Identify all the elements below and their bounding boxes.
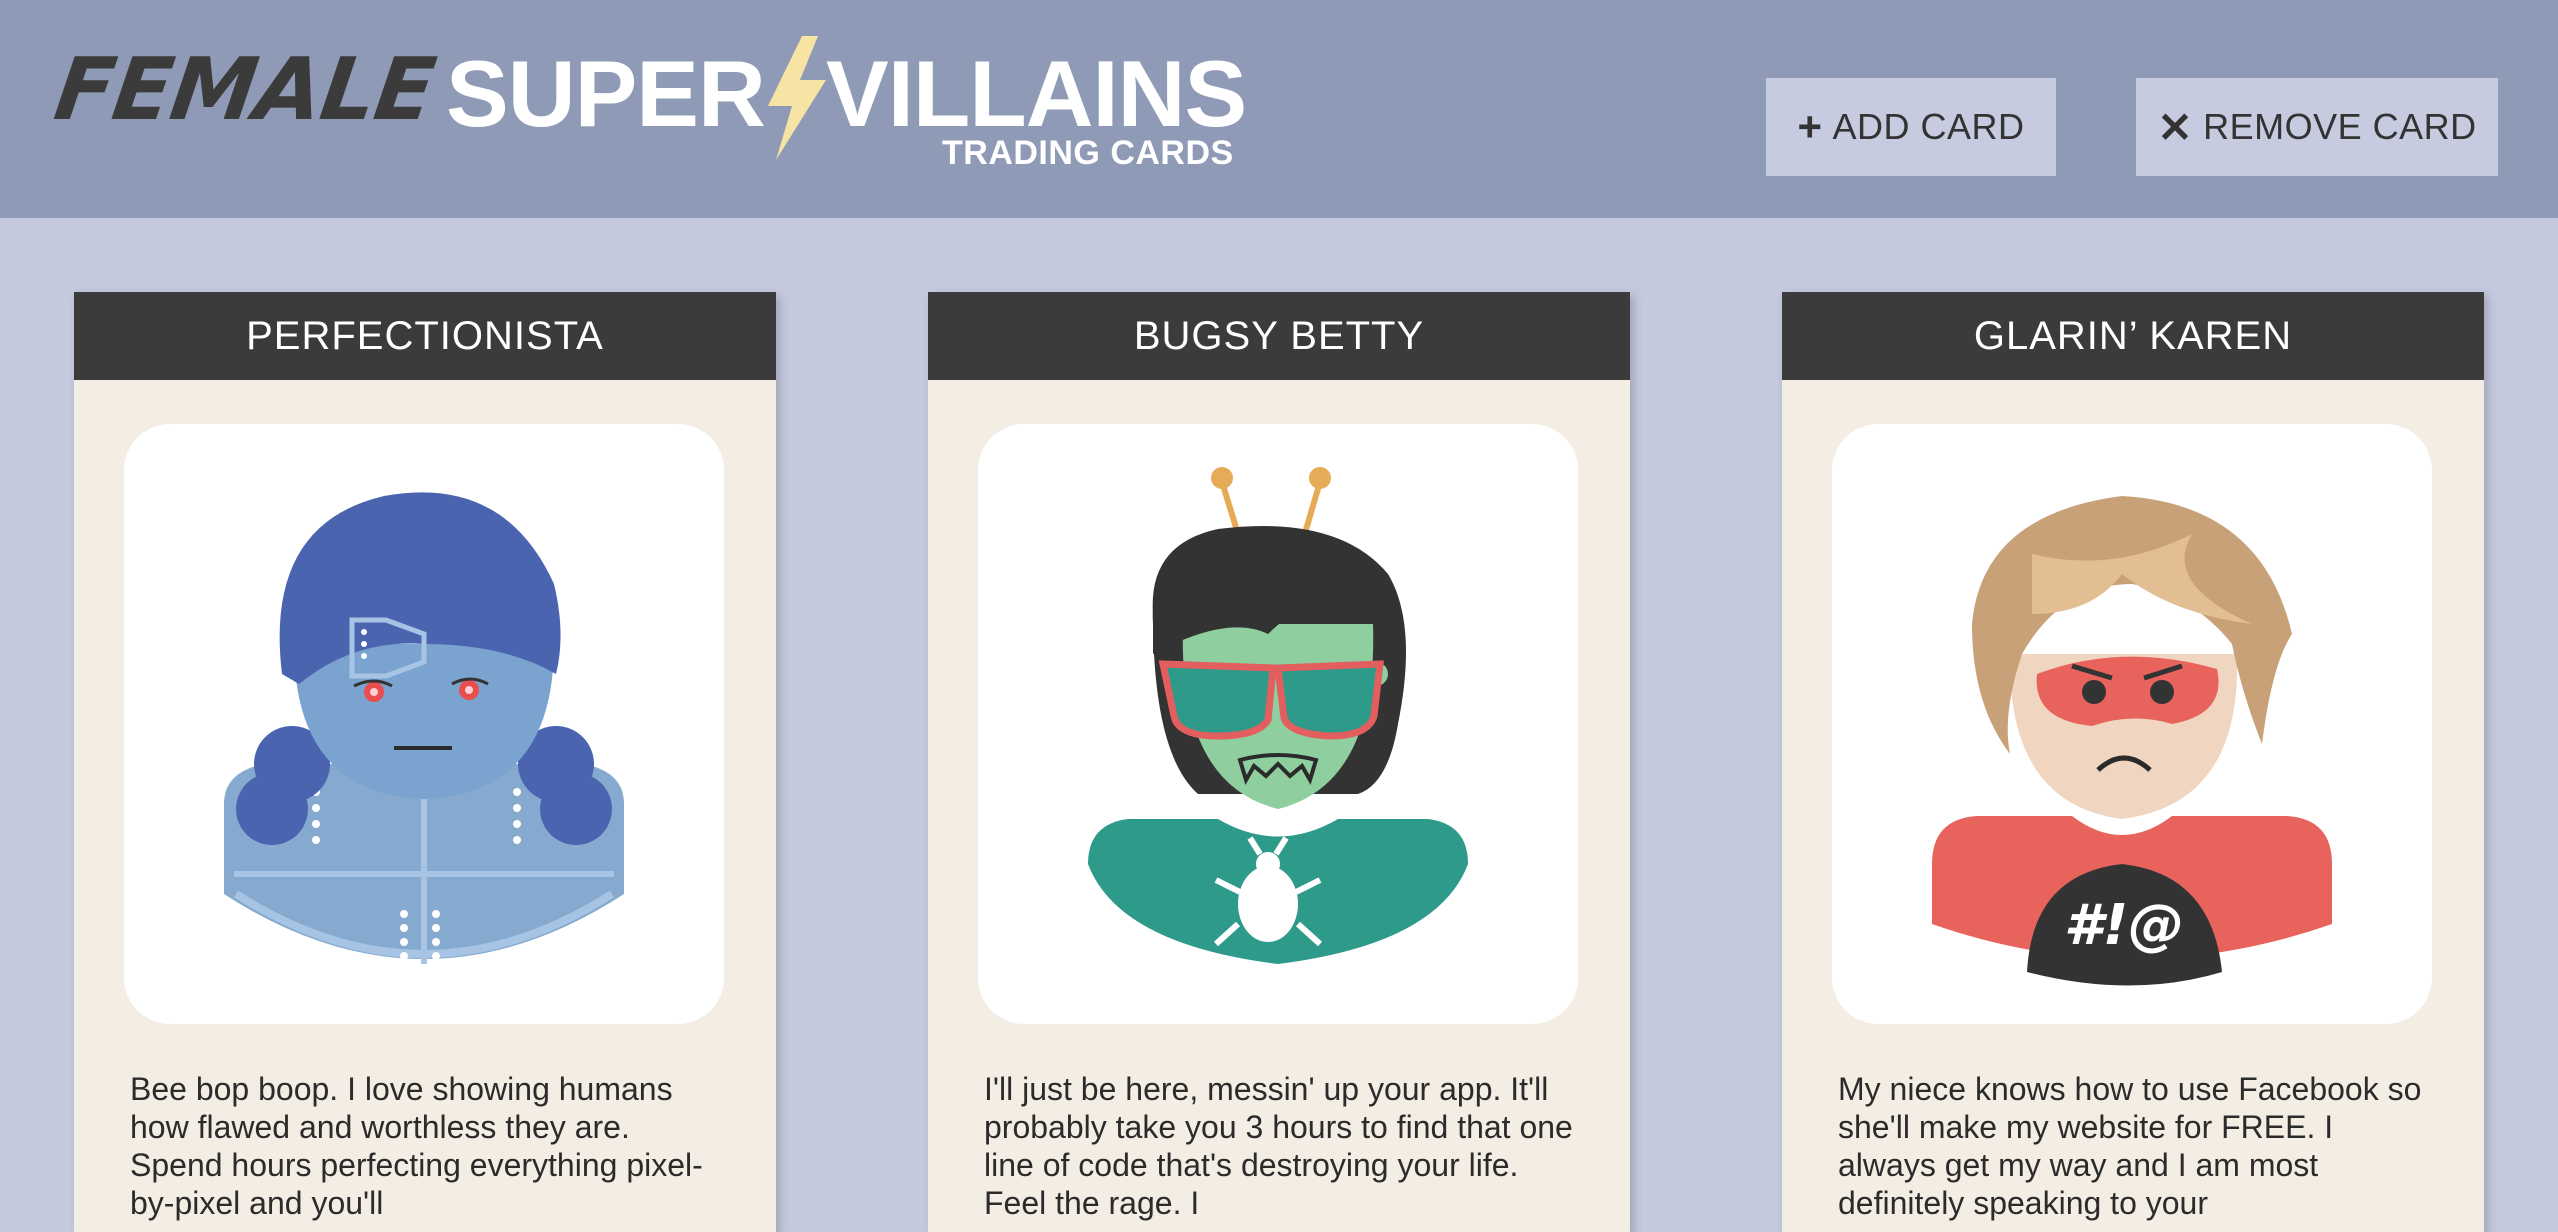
add-card-label: ADD CARD: [1832, 106, 2025, 147]
plus-icon: +: [1797, 103, 1823, 150]
logo-female-text: FEMALE: [48, 40, 441, 140]
lightning-bolt-icon: [768, 36, 826, 160]
logo-villains-text: VILLAINS: [826, 41, 1247, 146]
remove-card-button[interactable]: ✕ REMOVE CARD: [2136, 78, 2498, 176]
card-portrait: [978, 424, 1578, 1024]
bug-girl-avatar-icon: [1088, 467, 1468, 964]
add-card-button[interactable]: + ADD CARD: [1766, 78, 2056, 176]
close-icon: ✕: [2157, 103, 2194, 151]
remove-card-label: REMOVE CARD: [2203, 106, 2477, 147]
villain-card: BUGSY BETTY I'll just be here, messin' u…: [928, 292, 1630, 1232]
logo-super-text: SUPER: [446, 41, 766, 146]
robot-girl-avatar-icon: [224, 492, 624, 964]
karen-avatar-icon: #!@: [1932, 496, 2332, 986]
shirt-text: #!@: [2064, 893, 2185, 958]
logo-subtitle: TRADING CARDS: [942, 134, 1234, 172]
card-portrait: [124, 424, 724, 1024]
villain-card: GLARIN’ KAREN #!@ My niece knows how to …: [1782, 292, 2484, 1232]
card-description: I'll just be here, messin' up your app. …: [984, 1071, 1573, 1221]
card-description: Bee bop boop. I love showing humans how …: [130, 1071, 703, 1221]
card-title: BUGSY BETTY: [928, 292, 1630, 380]
app-header: FEMALE SUPER VILLAINS TRADING CARDS + AD…: [0, 0, 2558, 218]
card-portrait: #!@: [1832, 424, 2432, 1024]
card-title: GLARIN’ KAREN: [1782, 292, 2484, 380]
card-title: PERFECTIONISTA: [74, 292, 776, 380]
villain-card: PERFECTIONISTA Bee bop boop. I love show…: [74, 292, 776, 1232]
card-description: My niece knows how to use Facebook so sh…: [1838, 1071, 2422, 1221]
logo: FEMALE SUPER VILLAINS TRADING CARDS: [49, 30, 1276, 190]
